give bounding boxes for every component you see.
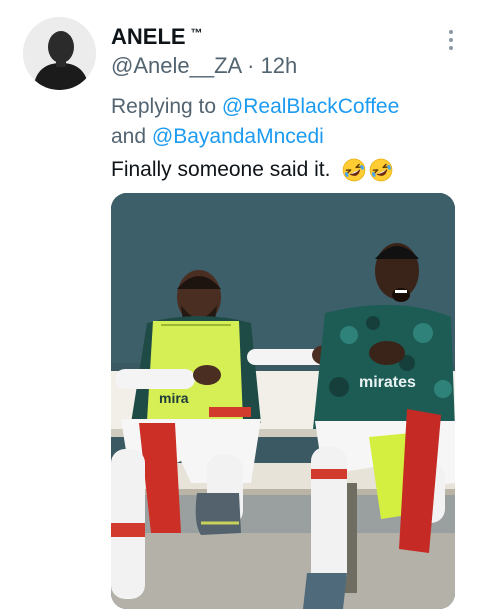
- handle-row: @Anele__ZA · 12h: [111, 52, 440, 80]
- reply-mention-realblackcoffee[interactable]: @RealBlackCoffee: [222, 95, 399, 118]
- jersey-text: mirates: [359, 374, 416, 391]
- author-name[interactable]: ANELE: [111, 24, 186, 50]
- tweet-text-row: Finally someone said it.: [111, 155, 393, 185]
- avatar[interactable]: [23, 17, 96, 90]
- svg-text:mira: mira: [159, 390, 189, 406]
- tweet-header: ANELE ™ @Anele__ZA · 12h: [111, 24, 440, 80]
- reply-conjunction: and: [111, 125, 147, 148]
- author-name-row[interactable]: ANELE ™: [111, 24, 440, 50]
- tweet-time[interactable]: 12h: [261, 53, 298, 78]
- reply-mention-bayandamncedi[interactable]: @BayandaMncedi: [152, 125, 324, 148]
- replying-prefix: Replying to: [111, 95, 217, 118]
- author-badge: ™: [190, 26, 203, 40]
- separator-dot: ·: [247, 53, 255, 78]
- replying-to: Replying to @RealBlackCoffee and @Bayand…: [111, 92, 461, 152]
- author-handle[interactable]: @Anele__ZA: [111, 53, 241, 78]
- rolling-on-floor-laughing-icon: [370, 158, 393, 182]
- tweet-text: Finally someone said it.: [111, 158, 331, 181]
- tweet-photo[interactable]: mira mirates: [111, 193, 455, 609]
- more-options-icon[interactable]: [447, 30, 455, 52]
- rolling-on-floor-laughing-icon: [343, 158, 366, 182]
